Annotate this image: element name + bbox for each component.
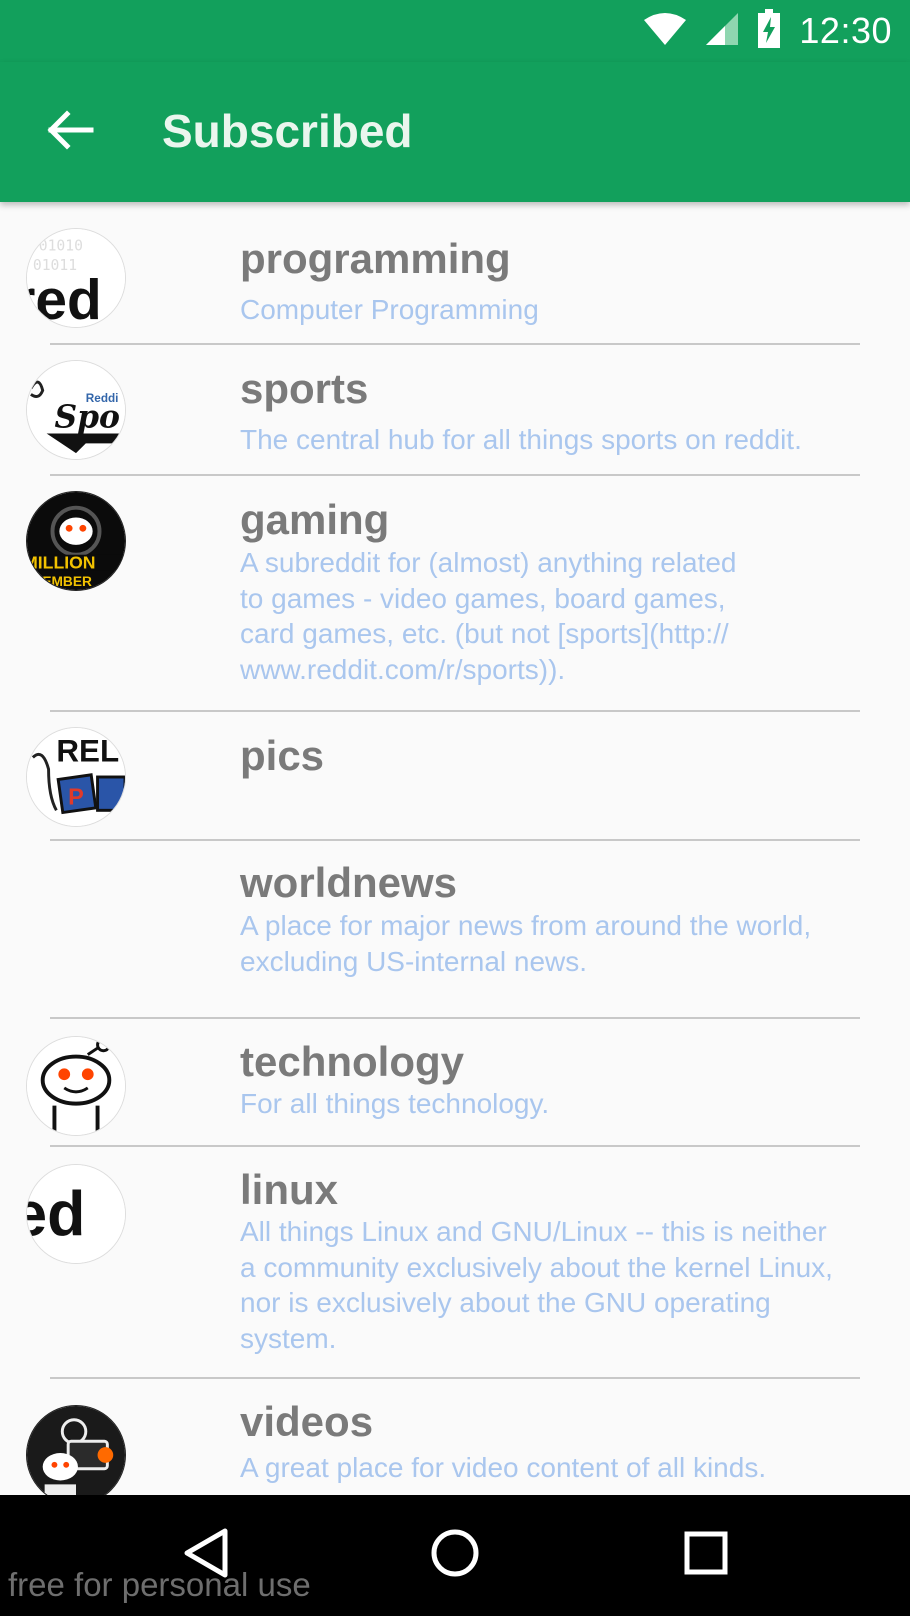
subreddit-name: pics — [240, 732, 325, 779]
subreddit-avatar-linux: red — [26, 1164, 126, 1264]
subreddit-description: All things Linux and GNU/Linux -- this i… — [240, 1216, 833, 1354]
status-bar: 12:30 — [0, 0, 910, 62]
subreddit-name: programming — [240, 235, 511, 282]
subreddit-avatar-programming: 01010 01011 red — [26, 228, 126, 328]
subreddit-name: technology — [240, 1038, 465, 1085]
subreddit-row-pics[interactable]: REL P pics — [0, 712, 910, 840]
subreddit-avatar-videos — [26, 1405, 126, 1495]
svg-text:01010: 01010 — [39, 238, 83, 255]
navigation-bar: free for personal use — [0, 1495, 910, 1616]
subreddit-avatar-sports: Reddi Spo — [26, 360, 126, 460]
subreddit-name: videos — [240, 1398, 374, 1445]
watermark-text: free for personal use — [8, 1566, 311, 1603]
wifi-icon — [643, 12, 687, 51]
subreddit-row-gaming[interactable]: MILLION MEMBER gaming A subreddit for (a… — [0, 476, 910, 712]
subreddit-avatar-gaming: MILLION MEMBER — [26, 491, 126, 591]
subreddit-row-sports[interactable]: Reddi Spo sports The central hub for all… — [0, 345, 910, 475]
arrow-back-icon — [45, 109, 95, 155]
svg-text:Spo: Spo — [54, 400, 119, 436]
subreddit-description: A great place for video content of all k… — [240, 1452, 767, 1483]
svg-text:P: P — [68, 783, 84, 809]
subreddit-row-programming[interactable]: 01010 01011 red programming Computer Pro… — [0, 202, 910, 344]
svg-text:REL: REL — [56, 733, 119, 768]
subreddit-name: linux — [240, 1166, 339, 1213]
subreddit-list[interactable]: 01010 01011 red programming Computer Pro… — [0, 202, 910, 1495]
page-title: Subscribed — [162, 105, 413, 157]
nav-recents-button[interactable] — [666, 1517, 746, 1593]
cell-signal-icon — [705, 12, 739, 51]
svg-text:MEMBER: MEMBER — [31, 574, 92, 589]
subreddit-name: sports — [240, 365, 369, 412]
square-recents-icon — [682, 1529, 730, 1582]
subreddit-description: A subreddit for (almost) anything relate… — [240, 547, 737, 685]
subreddit-row-videos[interactable]: videos A great place for video content o… — [0, 1379, 910, 1495]
svg-text:red: red — [27, 269, 102, 327]
subreddit-row-technology[interactable]: technology For all things technology. — [0, 1019, 910, 1145]
subreddit-description: The central hub for all things sports on… — [240, 424, 802, 455]
svg-text:red: red — [27, 1180, 85, 1250]
subreddit-description: For all things technology. — [240, 1088, 550, 1119]
clock: 12:30 — [799, 10, 892, 51]
subreddit-avatar-technology — [26, 1036, 126, 1136]
subreddit-name: worldnews — [240, 859, 458, 906]
battery-charging-icon — [757, 8, 781, 54]
subreddit-name: gaming — [240, 496, 390, 543]
subreddit-row-linux[interactable]: red linux All things Linux and GNU/Linux… — [0, 1147, 910, 1379]
subreddit-row-worldnews[interactable]: worldnews A place for major news from ar… — [0, 841, 910, 1017]
subreddit-description: A place for major news from around the w… — [240, 910, 812, 977]
subreddit-avatar-pics: REL P — [26, 727, 126, 827]
status-icons: 12:30 — [643, 8, 892, 54]
circle-home-icon — [429, 1527, 481, 1584]
back-button[interactable] — [30, 92, 110, 172]
nav-home-button[interactable] — [415, 1517, 495, 1593]
svg-text:MILLION: MILLION — [27, 552, 96, 572]
toolbar: Subscribed — [0, 62, 910, 202]
subreddit-description: Computer Programming — [240, 294, 539, 325]
